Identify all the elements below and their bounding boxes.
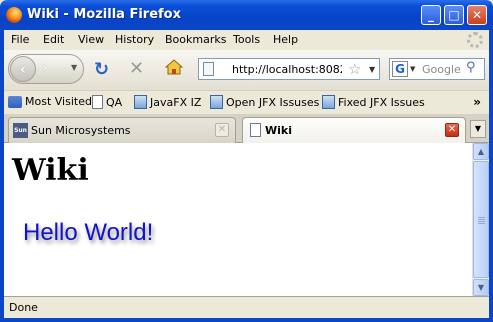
menu-file[interactable]: File (11, 33, 29, 46)
minimize-button[interactable]: _ (421, 5, 441, 25)
grip-line (478, 223, 485, 224)
close-tab-button[interactable]: ✕ (215, 123, 229, 137)
bookmark-qa[interactable]: QA (92, 95, 122, 109)
menu-bookmarks[interactable]: Bookmarks (165, 33, 226, 46)
search-icon[interactable]: ⚲ (466, 60, 476, 75)
page-icon (92, 95, 103, 109)
reload-button[interactable]: ↻ (94, 59, 109, 80)
back-button[interactable]: ‹ (10, 56, 36, 82)
status-text: Done (9, 301, 38, 314)
menu-help[interactable]: Help (273, 33, 298, 46)
bookmarks-overflow-chevron-icon[interactable]: » (473, 95, 481, 109)
window-title: Wiki - Mozilla Firefox (27, 7, 181, 22)
page-content: Wiki Hello World! (4, 143, 472, 296)
page-heading: Wiki (12, 153, 89, 188)
history-dropdown-icon[interactable]: ▼ (71, 63, 77, 72)
page-icon (250, 123, 261, 137)
jfx-icon (322, 95, 335, 109)
folder-icon (8, 96, 22, 108)
navigation-toolbar: ‹ › ▼ ↻ ✕ http://localhost:8082/ ☆ ▼ G ▼… (4, 50, 489, 90)
maximize-button[interactable]: □ (444, 5, 464, 25)
scroll-thumb[interactable] (473, 161, 489, 278)
menu-bar: File Edit View History Bookmarks Tools H… (4, 30, 489, 50)
menu-view[interactable]: View (78, 33, 104, 46)
tab-list-dropdown-icon[interactable]: ▼ (470, 120, 486, 138)
jfx-icon (134, 95, 147, 109)
title-bar[interactable]: Wiki - Mozilla Firefox _ □ ✕ (0, 0, 493, 30)
url-dropdown-icon[interactable]: ▼ (369, 65, 375, 74)
google-icon[interactable]: G (392, 61, 408, 77)
tab-label: Sun Microsystems (31, 124, 131, 137)
menu-edit[interactable]: Edit (43, 33, 64, 46)
sun-logo-icon: Sun (13, 123, 28, 138)
status-bar: Done (4, 296, 489, 318)
url-input[interactable]: http://localhost:8082/ (232, 63, 342, 76)
forward-button[interactable]: › (42, 60, 48, 76)
hello-world-text: Hello World! (23, 219, 154, 246)
home-button[interactable] (165, 59, 183, 75)
scroll-up-button[interactable]: ▲ (473, 143, 489, 160)
bookmarks-toolbar: Most Visited QA JavaFX IZ Open JFX Issus… (4, 90, 489, 114)
tab-sun-microsystems[interactable]: Sun Sun Microsystems ✕ (8, 117, 236, 143)
menu-tools[interactable]: Tools (233, 33, 260, 46)
search-input[interactable]: Google (422, 63, 461, 76)
menu-history[interactable]: History (115, 33, 154, 46)
close-window-button[interactable]: ✕ (467, 5, 487, 25)
grip-line (478, 219, 485, 220)
address-bar[interactable]: http://localhost:8082/ ☆ ▼ (198, 58, 380, 80)
bookmark-open-jfx-issues[interactable]: Open JFX Issuses (210, 95, 319, 109)
grip-line (478, 221, 485, 222)
bookmark-fixed-jfx-issues[interactable]: Fixed JFX Issues (322, 95, 425, 109)
bookmark-star-icon[interactable]: ☆ (348, 60, 361, 78)
window-frame-bottom (0, 318, 493, 322)
tab-label: Wiki (265, 124, 292, 137)
tab-strip: Sun Sun Microsystems ✕ Wiki ✕ ▼ (4, 114, 489, 144)
tab-wiki[interactable]: Wiki ✕ (242, 117, 466, 144)
bookmark-javafx-iz[interactable]: JavaFX IZ (134, 95, 201, 109)
back-forward-group: ‹ › ▼ (8, 54, 84, 84)
search-box[interactable]: G ▼ Google ⚲ (389, 58, 485, 80)
page-icon (203, 62, 214, 76)
browser-window: Wiki - Mozilla Firefox _ □ ✕ File Edit V… (0, 0, 493, 322)
throbber-icon (467, 32, 483, 48)
scroll-down-button[interactable]: ▼ (473, 279, 489, 296)
stop-button[interactable]: ✕ (129, 58, 144, 79)
close-tab-button[interactable]: ✕ (445, 123, 459, 137)
bookmark-most-visited[interactable]: Most Visited (8, 95, 92, 108)
vertical-scrollbar[interactable]: ▲ ▼ (472, 143, 489, 296)
search-engine-dropdown-icon[interactable]: ▼ (410, 65, 415, 73)
firefox-logo-icon (6, 7, 22, 23)
grip-line (478, 217, 485, 218)
window-frame-right (489, 30, 493, 322)
jfx-icon (210, 95, 223, 109)
